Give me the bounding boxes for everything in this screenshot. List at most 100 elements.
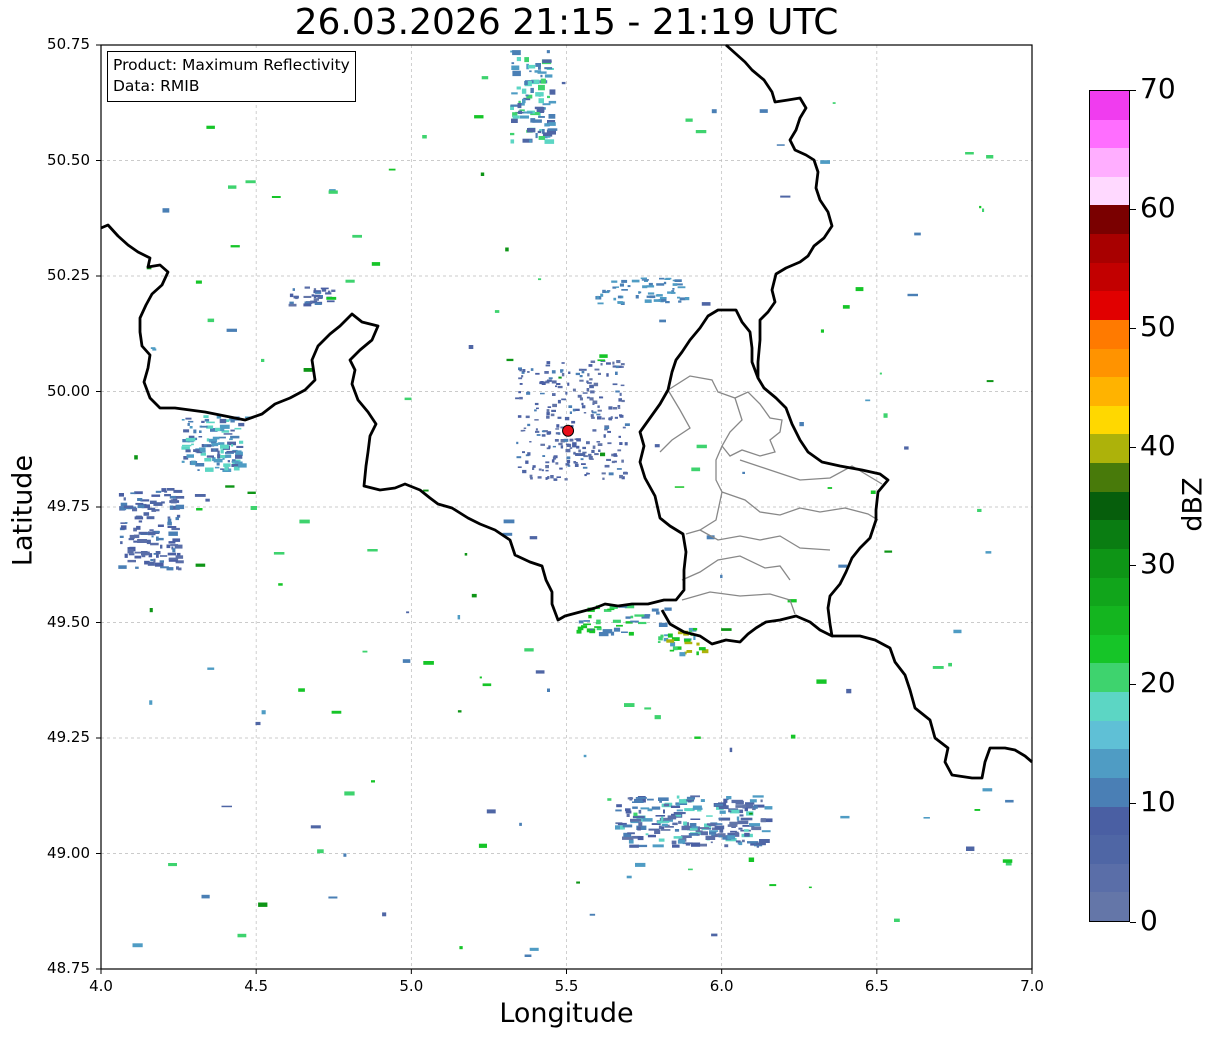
colorbar-segment [1090,491,1129,521]
echo-cell [582,368,587,371]
echo-cell [743,829,749,832]
echo-cell [569,447,573,449]
colorbar-segment [1090,692,1129,721]
echo-cell [646,285,655,288]
echo-cell [621,289,628,291]
echo-cell [749,799,757,803]
echo-cell [597,359,606,362]
echo-cell [653,299,661,302]
echo-cell [230,435,240,439]
echo-cell [537,130,542,134]
colorbar-segment [1090,835,1129,864]
echo-cell [220,468,224,470]
echo-cell [677,296,681,299]
colorbar-tick-mark [1130,803,1136,805]
echo-cell [423,661,434,665]
echo-cell [661,816,664,821]
colorbar-segment [1090,663,1129,692]
echo-cell [583,412,587,414]
echo-cell [545,469,549,472]
y-axis-label: Latitude [7,454,39,567]
echo-cell [613,297,617,301]
echo-cell [517,466,522,468]
echo-cell [615,365,619,369]
echo-cell [530,87,534,93]
echo-cell [304,286,310,289]
colorbar-segment [1090,520,1129,549]
colorbar-segment [1090,863,1129,893]
echo-cell [542,59,552,63]
echo-cell [352,234,362,238]
echo-cell [511,65,520,70]
echo-cell [151,535,154,538]
echo-cell [557,416,562,419]
echo-cell [181,460,185,463]
echo-cell [608,472,614,476]
echo-cell [314,302,322,305]
echo-cell [580,458,584,461]
echo-cell [638,291,642,294]
echo-cell [130,492,136,495]
echo-cell [594,626,601,628]
echo-cell [556,383,561,385]
echo-cell [518,377,523,380]
echo-cell [545,465,549,469]
echo-cell [228,185,237,189]
echo-cell [169,505,174,510]
echo-cell [551,459,555,463]
echo-cell [894,918,900,922]
echo-cell [203,415,209,418]
echo-cell [625,616,631,619]
echo-cell [654,715,661,720]
echo-cell [674,486,685,488]
echo-cell [516,86,521,90]
echo-cell [633,812,638,817]
echo-cell [551,380,557,384]
echo-cell [519,115,529,119]
colorbar [1089,90,1130,922]
echo-cell [522,98,526,104]
echo-cell [576,881,580,884]
echo-cell [317,849,324,854]
radar-map [96,43,1033,974]
echo-cell [155,551,161,555]
y-tick-label: 49.00 [47,843,90,862]
echo-cell [678,820,682,824]
echo-cell [167,518,172,523]
echo-cell [620,384,625,387]
echo-cell [588,614,592,619]
echo-cell [186,454,194,458]
echo-cell [149,608,153,613]
echo-cell [617,295,622,299]
echo-cell [741,839,745,843]
echo-cell [632,815,645,819]
echo-cell [595,622,601,625]
echo-cell [591,416,595,419]
echo-cell [168,863,177,867]
echo-cell [604,426,610,429]
echo-cell [594,368,600,371]
echo-cell [753,805,758,809]
echo-cell [147,507,156,510]
echo-cell [206,421,215,424]
echo-cell [160,566,169,569]
echo-cell [512,50,521,56]
echo-cell [692,807,703,810]
echo-cell [721,628,732,631]
echo-cell [225,485,235,488]
echo-cell [540,74,543,78]
echo-cell [206,438,210,442]
echo-cell [478,843,487,848]
echo-cell [630,818,642,822]
echo-cell [569,411,572,414]
echo-cell [423,489,429,492]
echo-cell [527,64,536,69]
echo-cell [566,456,571,460]
colorbar-segment [1090,777,1129,807]
echo-cell [146,516,155,520]
echo-cell [191,460,196,466]
y-tick-label: 48.75 [47,959,90,977]
echo-cell [986,380,994,383]
echo-cell [362,650,368,653]
echo-cell [714,803,724,806]
